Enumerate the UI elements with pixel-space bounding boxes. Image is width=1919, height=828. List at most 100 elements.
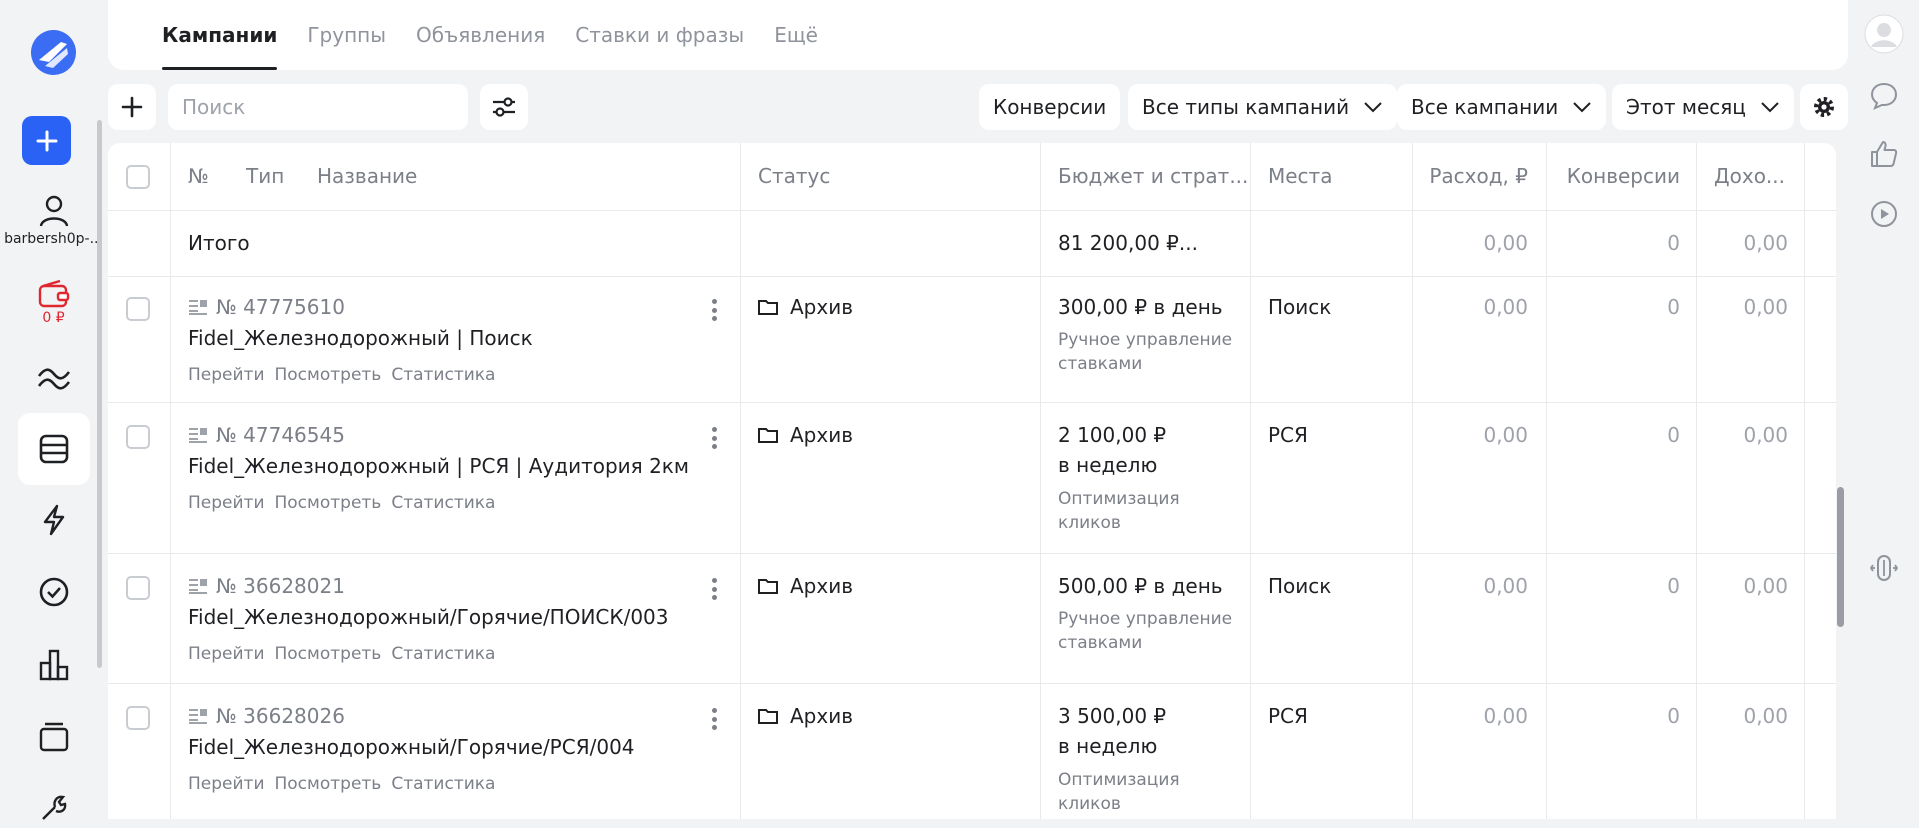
- campaigns-icon[interactable]: [34, 429, 74, 469]
- network-campaign-type-icon: [189, 709, 207, 724]
- select-all-checkbox[interactable]: [126, 165, 150, 189]
- layers-icon[interactable]: [34, 717, 74, 757]
- like-icon[interactable]: [1864, 134, 1904, 174]
- stats-link[interactable]: Статистика: [391, 365, 495, 385]
- tab-more[interactable]: Ещё: [774, 0, 818, 70]
- spend-value: 0,00: [1483, 704, 1528, 728]
- strategy-line-2: ставками: [1058, 633, 1143, 653]
- campaigns-filter-label: Все кампании: [1411, 95, 1559, 119]
- campaigns-filter-select[interactable]: Все кампании: [1397, 84, 1607, 130]
- go-link[interactable]: Перейти: [188, 493, 265, 513]
- period-select[interactable]: Этот месяц: [1612, 84, 1794, 130]
- settings-button[interactable]: [1800, 84, 1848, 130]
- search-campaign-type-icon: [189, 300, 207, 315]
- account-menu[interactable]: barbersh0p-...: [0, 195, 107, 247]
- folder-icon: [758, 428, 778, 443]
- campaign-types-select[interactable]: Все типы кампаний: [1128, 84, 1398, 130]
- header-conversions[interactable]: Конверсии: [1546, 143, 1680, 211]
- filter-button[interactable]: [480, 84, 528, 130]
- strategy-line-2: ставками: [1058, 354, 1143, 374]
- wrench-icon[interactable]: [34, 788, 74, 828]
- total-label: Итого: [188, 231, 250, 255]
- status-label: Архив: [790, 704, 853, 728]
- campaign-id: № 36628021: [216, 574, 345, 598]
- period-label: Этот месяц: [1626, 95, 1746, 119]
- campaign-name[interactable]: Fidel_Железнодорожный/Горячие/ПОИСК/003: [188, 605, 669, 629]
- conversions-label: Конверсии: [993, 95, 1107, 119]
- header-income[interactable]: Дохо...: [1714, 143, 1785, 211]
- income-value: 0,00: [1743, 423, 1788, 447]
- header-num[interactable]: №: [188, 143, 209, 211]
- go-link[interactable]: Перейти: [188, 774, 265, 794]
- view-link[interactable]: Посмотреть: [275, 644, 382, 664]
- conversions-value: 0: [1667, 704, 1680, 728]
- row-checkbox[interactable]: [126, 576, 150, 600]
- conversions-value: 0: [1667, 423, 1680, 447]
- view-link[interactable]: Посмотреть: [275, 774, 382, 794]
- places-value: Поиск: [1268, 295, 1332, 319]
- folder-icon: [758, 300, 778, 315]
- campaign-name[interactable]: Fidel_Железнодорожный | Поиск: [188, 326, 533, 350]
- wallet-icon: [38, 280, 69, 308]
- play-icon[interactable]: [1864, 194, 1904, 234]
- header-name[interactable]: Название: [317, 143, 417, 211]
- campaign-types-label: Все типы кампаний: [1142, 95, 1350, 119]
- budget-line-1: 300,00 ₽ в день: [1058, 295, 1223, 319]
- check-circle-icon[interactable]: [34, 572, 74, 612]
- tab-campaigns[interactable]: Кампании: [162, 0, 278, 70]
- row-menu-button[interactable]: [704, 705, 724, 733]
- sliders-icon: [493, 97, 515, 117]
- drag-handle-icon[interactable]: [1864, 548, 1904, 588]
- row-checkbox[interactable]: [126, 297, 150, 321]
- tab-bids[interactable]: Ставки и фразы: [575, 0, 744, 70]
- strategy-line-1: Оптимизация: [1058, 489, 1180, 509]
- tab-groups[interactable]: Группы: [307, 0, 386, 70]
- header-places[interactable]: Места: [1268, 143, 1332, 211]
- stats-link[interactable]: Статистика: [391, 493, 495, 513]
- bar-chart-icon[interactable]: [34, 645, 74, 685]
- sidebar-scrollbar[interactable]: [97, 120, 102, 668]
- places-value: РСЯ: [1268, 423, 1308, 447]
- stats-link[interactable]: Статистика: [391, 644, 495, 664]
- add-campaign-button[interactable]: [108, 84, 156, 130]
- network-campaign-type-icon: [189, 428, 207, 443]
- total-income: 0,00: [1743, 231, 1788, 255]
- budget-line-1: 3 500,00 ₽: [1058, 704, 1167, 728]
- chevron-down-icon: [1573, 102, 1591, 113]
- row-menu-button[interactable]: [704, 424, 724, 452]
- header-status[interactable]: Статус: [758, 143, 830, 211]
- table-scrollbar[interactable]: [1837, 487, 1844, 627]
- conversions-button[interactable]: Конверсии: [979, 84, 1121, 130]
- row-menu-button[interactable]: [704, 296, 724, 324]
- search-input[interactable]: [168, 84, 468, 130]
- go-link[interactable]: Перейти: [188, 365, 265, 385]
- view-link[interactable]: Посмотреть: [275, 493, 382, 513]
- header-spend[interactable]: Расход, ₽: [1412, 143, 1528, 211]
- logo-icon[interactable]: [31, 30, 76, 75]
- strategy-line-1: Оптимизация: [1058, 770, 1180, 790]
- top-tabs-bar: Кампании Группы Объявления Ставки и фраз…: [108, 0, 1848, 70]
- create-button[interactable]: [22, 116, 71, 165]
- view-link[interactable]: Посмотреть: [275, 365, 382, 385]
- row-checkbox[interactable]: [126, 706, 150, 730]
- campaign-name[interactable]: Fidel_Железнодорожный | РСЯ | Аудитория …: [188, 454, 689, 478]
- waves-icon[interactable]: [34, 358, 74, 398]
- stats-link[interactable]: Статистика: [391, 774, 495, 794]
- income-value: 0,00: [1743, 574, 1788, 598]
- balance-button[interactable]: 0 ₽: [0, 280, 107, 326]
- header-type[interactable]: Тип: [246, 143, 284, 211]
- chat-icon[interactable]: [1864, 76, 1904, 116]
- conversions-value: 0: [1667, 295, 1680, 319]
- places-value: РСЯ: [1268, 704, 1308, 728]
- folder-icon: [758, 579, 778, 594]
- campaign-name[interactable]: Fidel_Железнодорожный/Горячие/РСЯ/004: [188, 735, 635, 759]
- avatar[interactable]: [1864, 14, 1904, 54]
- header-budget[interactable]: Бюджет и страт...: [1058, 143, 1248, 211]
- status-label: Архив: [790, 295, 853, 319]
- lightning-icon[interactable]: [34, 500, 74, 540]
- go-link[interactable]: Перейти: [188, 644, 265, 664]
- strategy-line-1: Ручное управление: [1058, 330, 1233, 350]
- row-menu-button[interactable]: [704, 575, 724, 603]
- row-checkbox[interactable]: [126, 425, 150, 449]
- tab-ads[interactable]: Объявления: [416, 0, 545, 70]
